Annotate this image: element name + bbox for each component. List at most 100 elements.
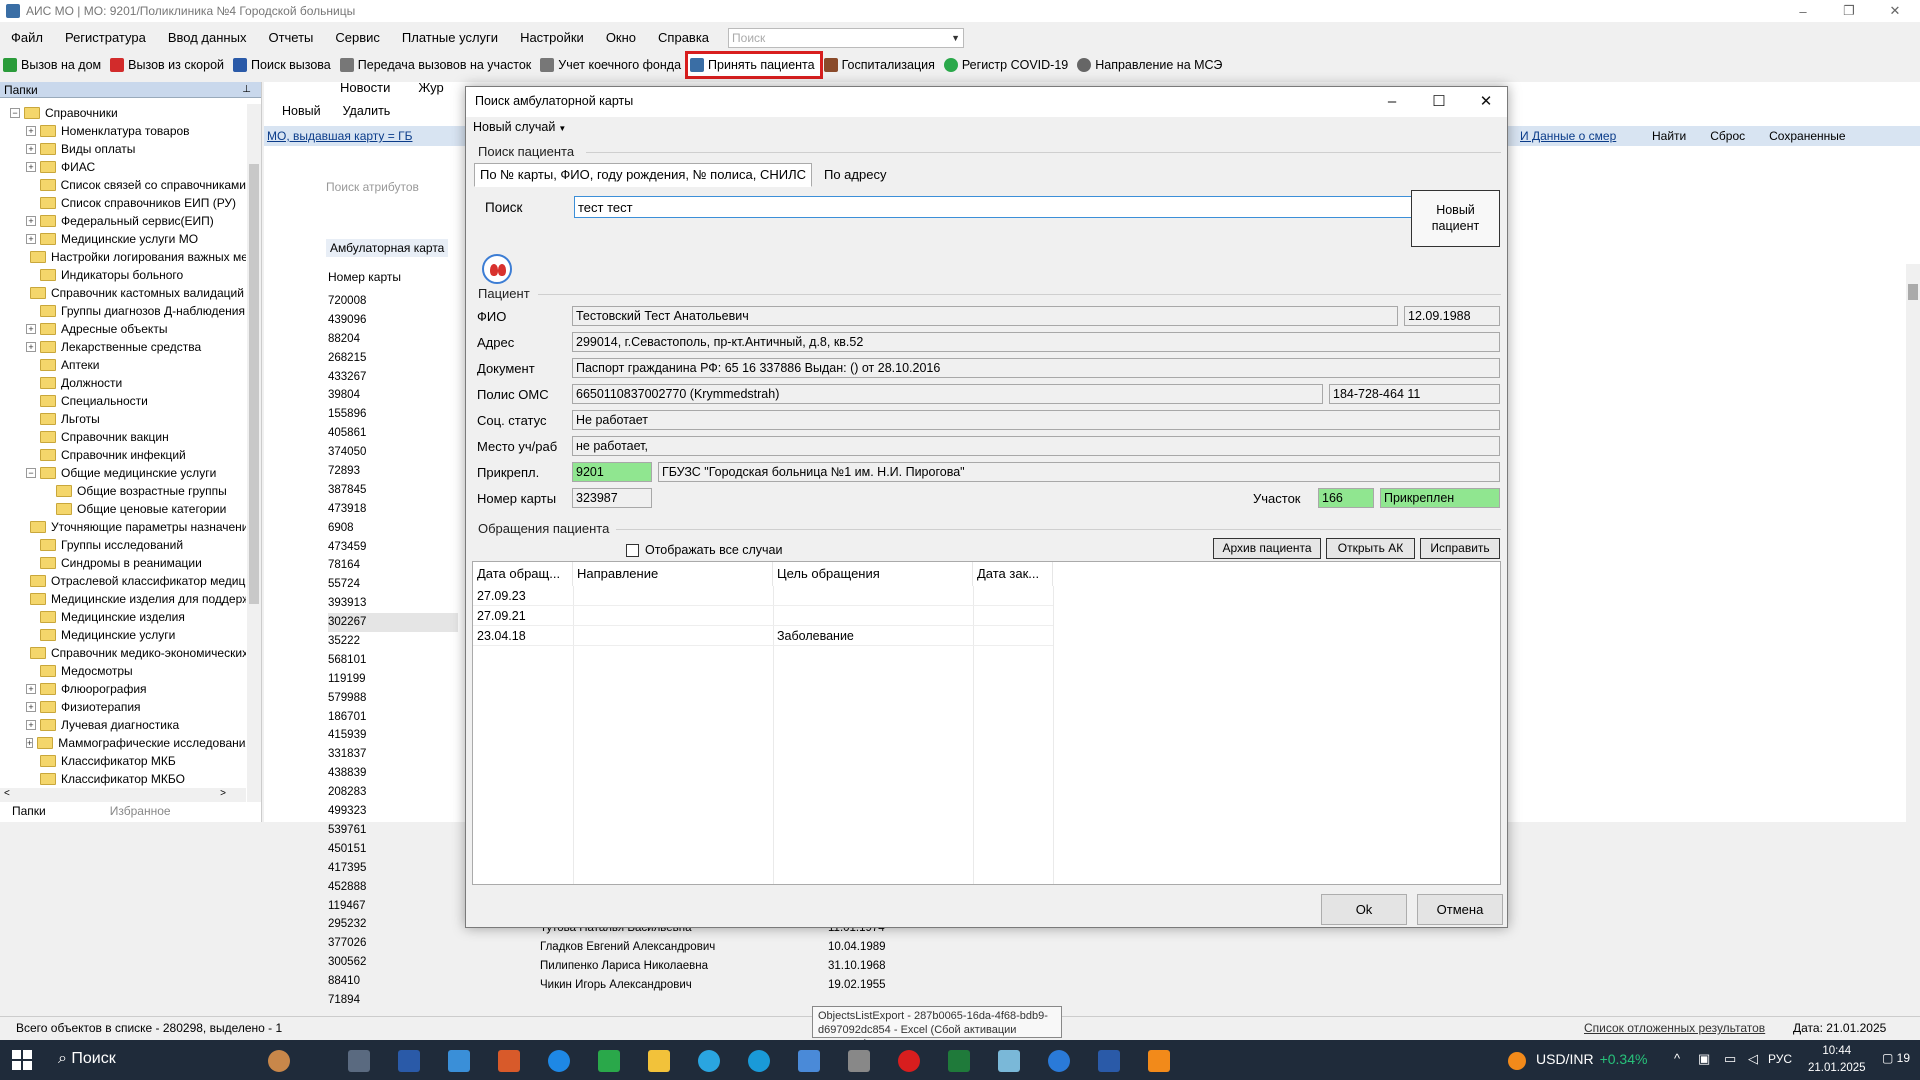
expand-toggle-icon[interactable]: +	[26, 324, 36, 334]
notifications-icon[interactable]: ▢ 19	[1882, 1051, 1910, 1065]
card-number-header[interactable]: Номер карты	[328, 270, 401, 284]
lungs-icon[interactable]	[482, 254, 512, 284]
card-number-cell[interactable]: 6908	[328, 519, 458, 538]
volume-icon[interactable]: ◁	[1748, 1051, 1758, 1067]
tree-item[interactable]: Общие возрастные группы	[0, 482, 246, 500]
tree-item[interactable]: Аптеки	[0, 356, 246, 374]
card-number-cell[interactable]: 499323	[328, 802, 458, 821]
skype-icon[interactable]	[748, 1050, 770, 1072]
browser-icon[interactable]	[548, 1050, 570, 1072]
patient-archive-button[interactable]: Архив пациента	[1213, 538, 1321, 559]
card-number-cell[interactable]: 439096	[328, 311, 458, 330]
visit-row[interactable]: 27.09.21	[473, 606, 1053, 626]
expand-toggle-icon[interactable]: +	[26, 684, 36, 694]
card-number-cell[interactable]: 295232	[328, 915, 458, 934]
expand-toggle-icon[interactable]: +	[26, 144, 36, 154]
show-all-cases-checkbox[interactable]: Отображать все случаи	[626, 543, 783, 557]
new-case-menu[interactable]: Новый случай ▼	[473, 120, 566, 134]
app-green-icon[interactable]	[598, 1050, 620, 1072]
expand-toggle-icon[interactable]: +	[26, 720, 36, 730]
expand-toggle-icon[interactable]: +	[26, 234, 36, 244]
expand-toggle-icon[interactable]: +	[26, 216, 36, 226]
tree-item[interactable]: + Лекарственные средства	[0, 338, 246, 356]
tree-item[interactable]: Классификатор МКБО	[0, 770, 246, 788]
home-call-button[interactable]: Вызов на дом	[0, 53, 107, 77]
table-row[interactable]: Чикин Игорь Александрович 19.02.1955	[540, 976, 886, 995]
mse-referral-button[interactable]: Направление на МСЭ	[1074, 53, 1228, 77]
currency-icon[interactable]	[1508, 1052, 1526, 1070]
filter-text[interactable]: МО, выдавшая карту = ГБ	[267, 129, 412, 143]
tree-item[interactable]: + Номенклатура товаров	[0, 122, 246, 140]
delete-button[interactable]: Удалить	[329, 104, 399, 118]
card-number-cell[interactable]: 393913	[328, 594, 458, 613]
card-number-cell[interactable]: 39804	[328, 386, 458, 405]
tree-item[interactable]: Медосмотры	[0, 662, 246, 680]
app-lightblue-icon[interactable]	[998, 1050, 1020, 1072]
card-number-cell[interactable]: 405861	[328, 424, 458, 443]
tab-folders[interactable]: Папки	[0, 802, 58, 822]
saved-button[interactable]: Сохраненные	[1757, 126, 1857, 146]
tree-item[interactable]: Медицинские изделия для поддержания ор	[0, 590, 246, 608]
tray-app-icon[interactable]: ▣	[1698, 1051, 1710, 1067]
tab-news[interactable]: Новости	[264, 80, 404, 98]
app-active-icon[interactable]	[1048, 1050, 1070, 1072]
expand-toggle-icon[interactable]: +	[26, 162, 36, 172]
card-number-cell[interactable]: 331837	[328, 745, 458, 764]
tree-item[interactable]: + Маммографические исследования	[0, 734, 246, 752]
card-number-cell[interactable]: 452888	[328, 878, 458, 897]
minimize-button[interactable]: –	[1780, 0, 1826, 22]
folders-hscrollbar[interactable]: < >	[0, 788, 246, 802]
taskview-icon[interactable]	[348, 1050, 370, 1072]
scroll-left-icon[interactable]: <	[4, 788, 10, 799]
tree-item[interactable]: Отраслевой классификатор медицинских у	[0, 572, 246, 590]
expand-toggle-icon[interactable]: +	[26, 738, 34, 748]
scroll-right-icon[interactable]: >	[220, 788, 226, 799]
app-gray-icon[interactable]	[848, 1050, 870, 1072]
menu-search-input[interactable]: Поиск ▼	[728, 28, 965, 48]
expand-toggle-icon[interactable]: +	[26, 342, 36, 352]
card-number-cell[interactable]: 433267	[328, 368, 458, 387]
col-goal[interactable]: Цель обращения	[773, 562, 973, 586]
app-blue-icon[interactable]	[798, 1050, 820, 1072]
card-number-cell[interactable]: 35222	[328, 632, 458, 651]
taskbar-search[interactable]: ⌕ Поиск	[58, 1050, 116, 1068]
menu-data-input[interactable]: Ввод данных	[157, 26, 258, 50]
windows-start-icon[interactable]	[12, 1050, 32, 1070]
tree-item[interactable]: − Общие медицинские услуги	[0, 464, 246, 482]
tree-item[interactable]: Уточняющие параметры назначений	[0, 518, 246, 536]
tree-item[interactable]: + Виды оплаты	[0, 140, 246, 158]
fix-button[interactable]: Исправить	[1420, 538, 1500, 559]
card-number-cell[interactable]: 88204	[328, 330, 458, 349]
app-orange-icon[interactable]	[1148, 1050, 1170, 1072]
menu-reports[interactable]: Отчеты	[257, 26, 324, 50]
deferred-results-link[interactable]: Список отложенных результатов	[1584, 1017, 1765, 1039]
cancel-button[interactable]: Отмена	[1417, 894, 1503, 925]
hospitalization-button[interactable]: Госпитализация	[821, 53, 941, 77]
menu-paid-services[interactable]: Платные услуги	[391, 26, 509, 50]
tree-item[interactable]: Список справочников ЕИП (РУ)	[0, 194, 246, 212]
network-icon[interactable]: ▭	[1724, 1051, 1736, 1067]
tree-item[interactable]: Синдромы в реанимации	[0, 554, 246, 572]
transfer-calls-button[interactable]: Передача вызовов на участок	[337, 53, 538, 77]
card-number-cell[interactable]: 88410	[328, 972, 458, 991]
language-indicator[interactable]: РУС	[1768, 1052, 1792, 1066]
explorer-icon[interactable]	[648, 1050, 670, 1072]
covid-register-button[interactable]: Регистр COVID-19	[941, 53, 1074, 77]
card-number-cell[interactable]: 78164	[328, 556, 458, 575]
card-number-cell[interactable]: 155896	[328, 405, 458, 424]
card-number-cell[interactable]: 568101	[328, 651, 458, 670]
card-number-cell[interactable]: 72893	[328, 462, 458, 481]
find-button[interactable]: Найти	[1640, 126, 1698, 146]
close-button[interactable]: ✕	[1872, 0, 1918, 22]
tree-item[interactable]: Список связей со справочниками	[0, 176, 246, 194]
clock[interactable]: 10:44 21.01.2025	[1808, 1043, 1866, 1077]
accept-patient-button[interactable]: Принять пациента	[685, 51, 823, 79]
tree-item[interactable]: Общие ценовые категории	[0, 500, 246, 518]
card-number-cell[interactable]: 450151	[328, 840, 458, 859]
card-number-cell[interactable]: 268215	[328, 349, 458, 368]
visit-row[interactable]: 27.09.23	[473, 586, 1053, 606]
tree-item[interactable]: + Лучевая диагностика	[0, 716, 246, 734]
tray-chevron-icon[interactable]: ^	[1674, 1051, 1680, 1066]
table-row[interactable]: Гладков Евгений Александрович 10.04.1989	[540, 938, 886, 957]
expand-toggle-icon[interactable]: +	[26, 702, 36, 712]
